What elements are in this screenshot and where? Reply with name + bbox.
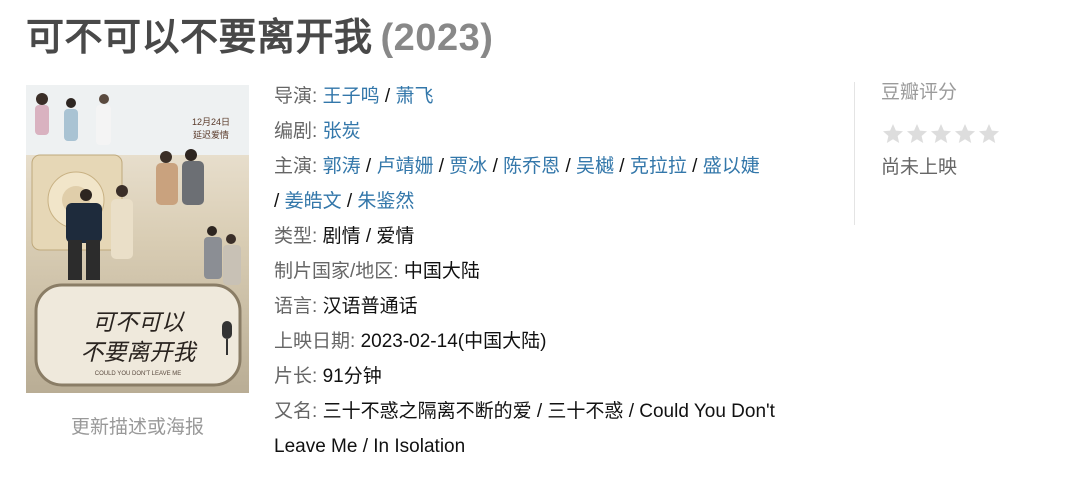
runtime-value: 91分钟: [322, 366, 382, 387]
writer-link[interactable]: 张炭: [323, 121, 361, 142]
genre-value: 剧情 / 爱情: [322, 226, 415, 247]
genre-row: 类型: 剧情 / 爱情: [274, 226, 415, 247]
cast-link[interactable]: 姜皓文: [285, 191, 342, 212]
aka-label: 又名: [274, 401, 313, 422]
cast-link[interactable]: 卢靖姗: [376, 156, 433, 177]
cast-link[interactable]: 克拉拉: [630, 156, 687, 177]
director-row: 导演: 王子鸣 / 萧飞: [274, 86, 434, 107]
poster-english-title: COULD YOU DON'T LEAVE ME: [95, 371, 182, 377]
release-row: 上映日期: 2023-02-14(中国大陆): [274, 331, 547, 352]
movie-name: 可不可以不要离开我: [26, 17, 373, 59]
release-value: 2023-02-14(中国大陆): [360, 331, 547, 352]
genre-label: 类型: [274, 226, 313, 247]
aka-value: 三十不惑之隔离不断的爱 / 三十不惑 / Could You Don't Lea…: [274, 401, 775, 457]
poster-calligraphy-line2: 不要离开我: [81, 340, 198, 366]
director-label: 导演: [274, 86, 313, 107]
poster-date-tag: 12月24日: [192, 117, 230, 127]
aka-row: 又名: 三十不惑之隔离不断的爱 / 三十不惑 / Could You Don't…: [274, 401, 775, 457]
director-link[interactable]: 萧飞: [395, 86, 433, 107]
cast-link[interactable]: 盛以婕: [703, 156, 760, 177]
country-row: 制片国家/地区: 中国大陆: [274, 261, 480, 282]
movie-poster[interactable]: 12月24日 延迟爱情 可不可以 不要离开我 COULD YOU DON'T L…: [26, 85, 249, 393]
rating-status: 尚未上映: [881, 157, 958, 178]
cast-link[interactable]: 郭涛: [323, 156, 361, 177]
cast-row: 主演: 郭涛 / 卢靖姗 / 贾冰 / 陈乔恩 / 吴樾 / 克拉拉 / 盛以婕: [274, 156, 760, 177]
rating-stars: [881, 122, 1054, 146]
language-label: 语言: [274, 296, 313, 317]
page-title: 可不可以不要离开我 (2023): [26, 6, 493, 61]
update-description-link[interactable]: 更新描述或海报: [26, 412, 249, 439]
country-label: 制片国家/地区: [274, 261, 394, 282]
language-row: 语言: 汉语普通话: [274, 296, 418, 317]
release-label: 上映日期: [274, 331, 351, 352]
star-icon: [907, 124, 927, 143]
cast-link[interactable]: 朱鉴然: [357, 191, 414, 212]
poster-image: 12月24日 延迟爱情 可不可以 不要离开我 COULD YOU DON'T L…: [26, 85, 249, 393]
writer-label: 编剧: [274, 121, 313, 142]
writer-row: 编剧: 张炭: [274, 121, 361, 142]
country-value: 中国大陆: [403, 261, 480, 282]
movie-year: (2023): [380, 17, 494, 59]
cast-link[interactable]: 陈乔恩: [503, 156, 560, 177]
poster-tagline: 延迟爱情: [193, 129, 229, 140]
movie-info: 导演: 王子鸣 / 萧飞 编剧: 张炭 主演: 郭涛 / 卢靖姗 / 贾冰 / …: [274, 79, 834, 464]
language-value: 汉语普通话: [322, 296, 418, 317]
poster-calligraphy-line1: 可不可以: [92, 310, 185, 336]
star-icon: [955, 124, 975, 143]
star-icon: [883, 124, 903, 143]
director-link[interactable]: 王子鸣: [323, 86, 380, 107]
runtime-row: 片长: 91分钟: [274, 366, 382, 387]
rating-title: 豆瓣评分: [881, 82, 958, 103]
cast-row-continued: / 姜皓文 / 朱鉴然: [274, 191, 415, 212]
rating-panel: 豆瓣评分 尚未上映: [854, 82, 1054, 225]
star-icon: [979, 124, 999, 143]
cast-link[interactable]: 吴樾: [576, 156, 614, 177]
cast-label: 主演: [274, 156, 313, 177]
runtime-label: 片长: [274, 366, 313, 387]
cast-link[interactable]: 贾冰: [449, 156, 487, 177]
star-icon: [931, 124, 951, 143]
